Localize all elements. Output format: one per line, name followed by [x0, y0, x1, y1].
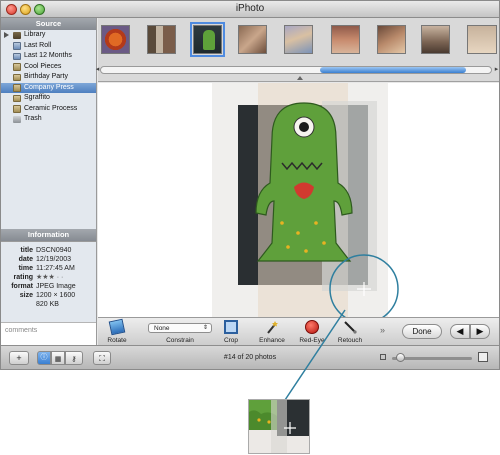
callout-leader-line [284, 309, 346, 401]
magnified-inset [248, 399, 310, 454]
magnified-photo [249, 400, 309, 453]
